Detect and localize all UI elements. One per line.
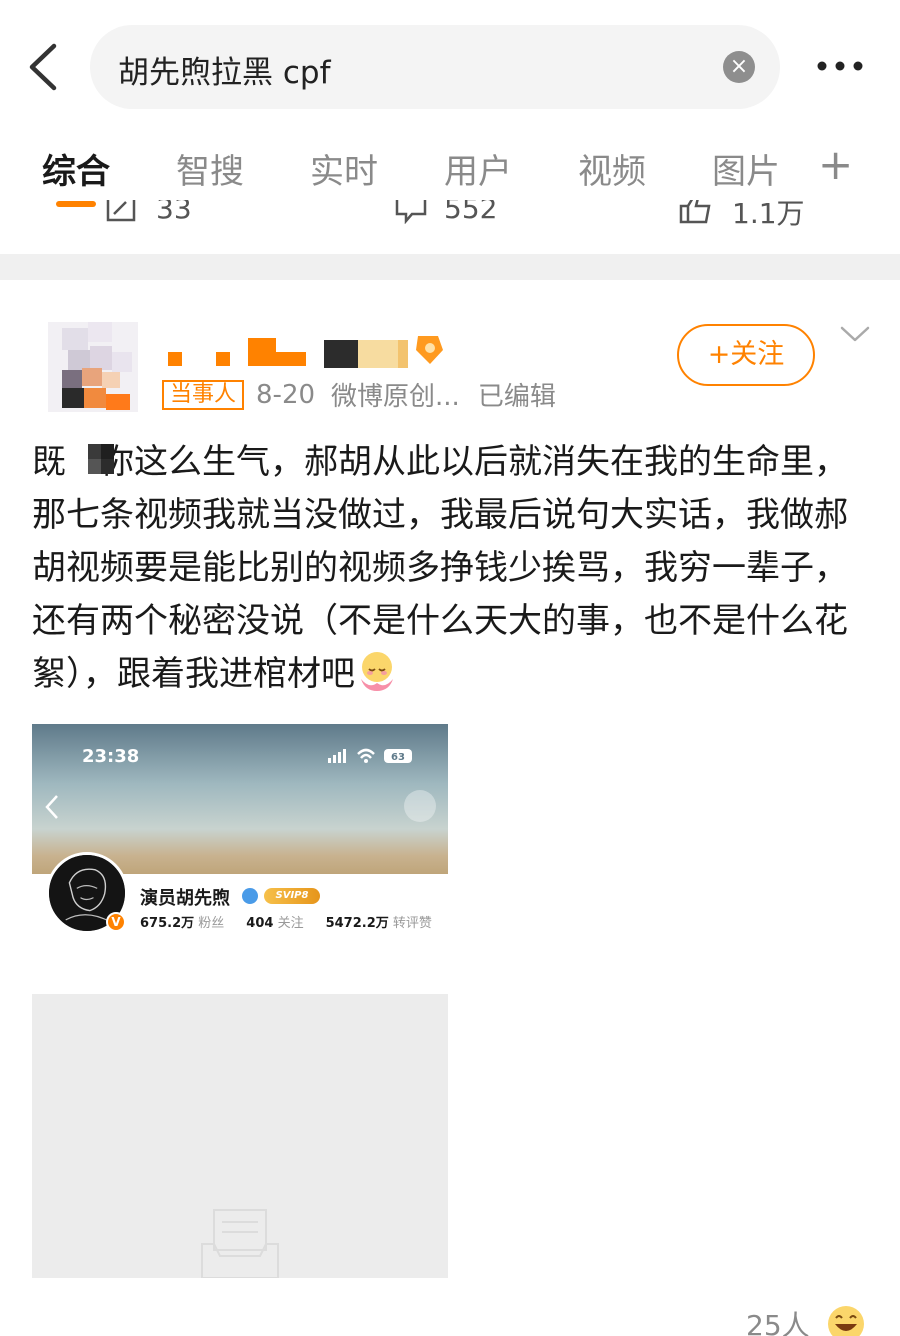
repost-icon[interactable]	[106, 200, 136, 224]
comment-icon[interactable]	[394, 200, 428, 224]
more-dots-icon[interactable]	[810, 48, 870, 84]
post-text-lead: 既	[32, 442, 66, 482]
verified-badge-icon: V	[106, 912, 126, 932]
post-source: 微博原创...	[331, 382, 460, 412]
status-time: 23:38	[82, 746, 140, 767]
tab-videos[interactable]: 视频	[578, 144, 646, 193]
verified-icon	[242, 888, 258, 904]
followers-count: 675.2万	[140, 916, 195, 931]
username-pixelated[interactable]	[168, 330, 458, 372]
close-circle-icon[interactable]: ×	[723, 51, 755, 83]
tab-comprehensive[interactable]: 综合	[42, 144, 110, 193]
following-label: 关注	[277, 916, 304, 931]
search-input[interactable]: 胡先煦拉黑 cpf	[118, 47, 331, 92]
like-icon[interactable]	[678, 200, 712, 224]
post-meta: 当事人 8-20 微博原创... 已编辑	[162, 376, 556, 412]
redaction-mosaic	[88, 444, 114, 474]
tab-images[interactable]: 图片	[712, 144, 780, 193]
previous-post-stats: 33 552 1.1万	[0, 200, 900, 230]
search-bar[interactable]: 胡先煦拉黑 cpf ×	[90, 25, 780, 109]
post-text-body: 你这么生气，郝胡从此以后就消失在我的生命里，那七条视频我就当没做过，我最后说句大…	[32, 442, 848, 694]
edited-label[interactable]: 已编辑	[478, 382, 556, 412]
tab-users[interactable]: 用户	[444, 144, 512, 193]
svip-badge: SVIP8	[264, 888, 320, 904]
following-count: 404	[246, 916, 274, 931]
search-tabs: 综合 智搜 实时 用户 视频 图片 +	[0, 140, 900, 207]
empty-inbox-icon	[201, 1209, 279, 1278]
battery-level: 63	[391, 752, 405, 763]
back-arrow-icon	[45, 795, 58, 819]
repost-count: 33	[156, 200, 192, 225]
comment-count: 552	[444, 200, 498, 225]
status-badge: 当事人	[162, 379, 245, 410]
followers-label: 粉丝	[198, 916, 225, 931]
tab-smart-search[interactable]: 智搜	[176, 144, 244, 193]
interactions-count: 5472.2万	[325, 916, 389, 931]
follow-button[interactable]: +关注	[677, 324, 815, 386]
post-image[interactable]: 23:38 63 V 演员胡先煦 SVIP8 675.2万 粉丝 404 关注 54…	[32, 724, 448, 1278]
laughing-emoji-icon[interactable]	[826, 1304, 866, 1336]
post-like-count[interactable]: 25人	[746, 1304, 810, 1336]
interactions-label: 转评赞	[392, 916, 432, 931]
profile-name: 演员胡先煦	[140, 888, 230, 909]
feed-divider	[0, 254, 900, 280]
post-time: 8-20	[256, 379, 316, 410]
like-count: 1.1万	[732, 200, 805, 230]
add-tab-icon[interactable]: +	[818, 140, 853, 189]
user-avatar[interactable]	[48, 322, 138, 412]
tab-realtime[interactable]: 实时	[310, 144, 378, 193]
top-bar: 胡先煦拉黑 cpf ×	[0, 0, 900, 130]
lotus-face-emoji-icon	[361, 652, 393, 691]
post-text: 既你这么生气，郝胡从此以后就消失在我的生命里，那七条视频我就当没做过，我最后说句…	[32, 436, 872, 701]
status-bar-icons: 63	[328, 748, 412, 763]
chevron-down-icon[interactable]	[838, 322, 872, 346]
back-arrow-icon[interactable]	[22, 40, 66, 94]
more-dots-icon	[404, 790, 436, 822]
profile-stats: 675.2万 粉丝 404 关注 5472.2万 转评赞	[140, 912, 448, 931]
